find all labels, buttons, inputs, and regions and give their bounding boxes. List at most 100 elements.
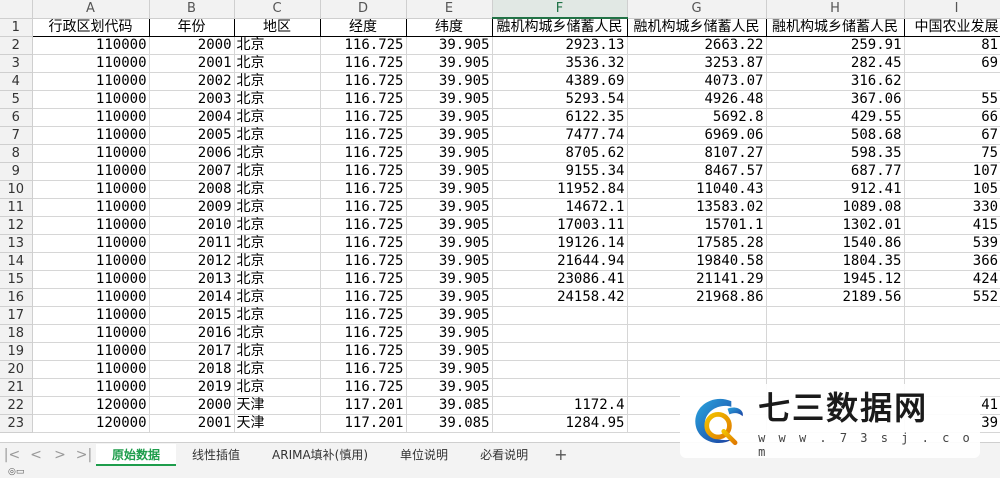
- header-cell[interactable]: 融机构城乡储蓄人民: [492, 17, 628, 37]
- row-header[interactable]: 2: [0, 36, 33, 55]
- grid-cell[interactable]: 116.725: [320, 90, 407, 109]
- grid-cell[interactable]: [904, 360, 1000, 379]
- grid-cell[interactable]: 39.905: [406, 216, 493, 235]
- row-header[interactable]: 15: [0, 270, 33, 289]
- grid-cell[interactable]: 110000: [32, 324, 150, 343]
- column-header-g[interactable]: G: [627, 0, 767, 19]
- row-header[interactable]: 4: [0, 72, 33, 91]
- grid-cell[interactable]: 3536.32: [492, 54, 628, 73]
- grid-cell[interactable]: 687.77: [766, 162, 905, 181]
- row-header[interactable]: 7: [0, 126, 33, 145]
- grid-cell[interactable]: 110000: [32, 252, 150, 271]
- grid-cell[interactable]: 17585.28: [627, 234, 767, 253]
- grid-cell[interactable]: 110000: [32, 54, 150, 73]
- grid-cell[interactable]: 424.: [904, 270, 1000, 289]
- grid-cell[interactable]: 2012: [149, 252, 235, 271]
- grid-cell[interactable]: 13583.02: [627, 198, 767, 217]
- grid-cell[interactable]: [492, 324, 628, 343]
- grid-cell[interactable]: 19840.58: [627, 252, 767, 271]
- grid-cell[interactable]: 110000: [32, 126, 150, 145]
- grid-cell[interactable]: 508.68: [766, 126, 905, 145]
- grid-cell[interactable]: 39.905: [406, 342, 493, 361]
- grid-cell[interactable]: 2923.13: [492, 36, 628, 55]
- grid-cell[interactable]: 天津: [234, 414, 321, 433]
- grid-cell[interactable]: 北京: [234, 108, 321, 127]
- grid-cell[interactable]: 2000: [149, 396, 235, 415]
- grid-cell[interactable]: 2004: [149, 108, 235, 127]
- grid-cell[interactable]: 55.: [904, 90, 1000, 109]
- header-cell[interactable]: 融机构城乡储蓄人民: [627, 17, 767, 37]
- grid-cell[interactable]: [904, 324, 1000, 343]
- grid-cell[interactable]: 4926.48: [627, 90, 767, 109]
- column-header-e[interactable]: E: [406, 0, 493, 19]
- grid-cell[interactable]: 2003: [149, 90, 235, 109]
- grid-cell[interactable]: 北京: [234, 90, 321, 109]
- grid-cell[interactable]: 116.725: [320, 54, 407, 73]
- grid-cell[interactable]: 1540.86: [766, 234, 905, 253]
- grid-cell[interactable]: 北京: [234, 324, 321, 343]
- row-header[interactable]: 5: [0, 90, 33, 109]
- grid-cell[interactable]: 116.725: [320, 162, 407, 181]
- grid-cell[interactable]: 116.725: [320, 36, 407, 55]
- grid-cell[interactable]: 116.725: [320, 216, 407, 235]
- grid-cell[interactable]: 北京: [234, 270, 321, 289]
- grid-cell[interactable]: 598.35: [766, 144, 905, 163]
- grid-cell[interactable]: 67.: [904, 126, 1000, 145]
- grid-cell[interactable]: 330.: [904, 198, 1000, 217]
- header-cell[interactable]: 地区: [234, 17, 321, 37]
- grid-cell[interactable]: 39.905: [406, 198, 493, 217]
- column-header-f[interactable]: F: [492, 0, 628, 19]
- grid-cell[interactable]: 39.905: [406, 180, 493, 199]
- grid-cell[interactable]: [904, 306, 1000, 325]
- grid-cell[interactable]: 5293.54: [492, 90, 628, 109]
- grid-cell[interactable]: 1302.01: [766, 216, 905, 235]
- grid-cell[interactable]: 39.905: [406, 306, 493, 325]
- grid-cell[interactable]: 110000: [32, 234, 150, 253]
- grid-cell[interactable]: 北京: [234, 306, 321, 325]
- grid-cell[interactable]: 6969.06: [627, 126, 767, 145]
- grid-cell[interactable]: 39.905: [406, 324, 493, 343]
- grid-cell[interactable]: [492, 342, 628, 361]
- grid-cell[interactable]: 120000: [32, 396, 150, 415]
- grid-cell[interactable]: 24158.42: [492, 288, 628, 307]
- header-cell[interactable]: 中国农业发展: [904, 17, 1000, 37]
- grid-cell[interactable]: [627, 342, 767, 361]
- grid-cell[interactable]: 69.: [904, 54, 1000, 73]
- grid-cell[interactable]: 2005: [149, 126, 235, 145]
- grid-cell[interactable]: [627, 360, 767, 379]
- grid-cell[interactable]: 北京: [234, 144, 321, 163]
- row-header[interactable]: 20: [0, 360, 33, 379]
- grid-cell[interactable]: 110000: [32, 72, 150, 91]
- grid-cell[interactable]: 39.905: [406, 72, 493, 91]
- grid-cell[interactable]: 2189.56: [766, 288, 905, 307]
- grid-cell[interactable]: 北京: [234, 54, 321, 73]
- grid-cell[interactable]: [492, 306, 628, 325]
- row-header[interactable]: 8: [0, 144, 33, 163]
- grid-cell[interactable]: 2019: [149, 378, 235, 397]
- grid-cell[interactable]: 116.725: [320, 252, 407, 271]
- sheet-tab[interactable]: 必看说明: [464, 444, 544, 466]
- grid-cell[interactable]: 北京: [234, 342, 321, 361]
- grid-cell[interactable]: 2009: [149, 198, 235, 217]
- grid-cell[interactable]: 116.725: [320, 180, 407, 199]
- grid-cell[interactable]: 2013: [149, 270, 235, 289]
- grid-cell[interactable]: 23086.41: [492, 270, 628, 289]
- grid-cell[interactable]: 429.55: [766, 108, 905, 127]
- first-sheet-icon[interactable]: |<: [0, 447, 24, 463]
- grid-cell[interactable]: 2663.22: [627, 36, 767, 55]
- row-header[interactable]: 22: [0, 396, 33, 415]
- grid-cell[interactable]: 116.725: [320, 378, 407, 397]
- grid-cell[interactable]: [766, 342, 905, 361]
- grid-cell[interactable]: 19126.14: [492, 234, 628, 253]
- grid-cell[interactable]: 116.725: [320, 108, 407, 127]
- grid-cell[interactable]: 110000: [32, 36, 150, 55]
- grid-cell[interactable]: 北京: [234, 180, 321, 199]
- grid-cell[interactable]: 3253.87: [627, 54, 767, 73]
- grid-cell[interactable]: 15701.1: [627, 216, 767, 235]
- grid-cell[interactable]: [627, 324, 767, 343]
- grid-cell[interactable]: 39.905: [406, 252, 493, 271]
- grid-cell[interactable]: 110000: [32, 360, 150, 379]
- column-header-c[interactable]: C: [234, 0, 321, 19]
- grid-cell[interactable]: 2016: [149, 324, 235, 343]
- grid-cell[interactable]: 117.201: [320, 414, 407, 433]
